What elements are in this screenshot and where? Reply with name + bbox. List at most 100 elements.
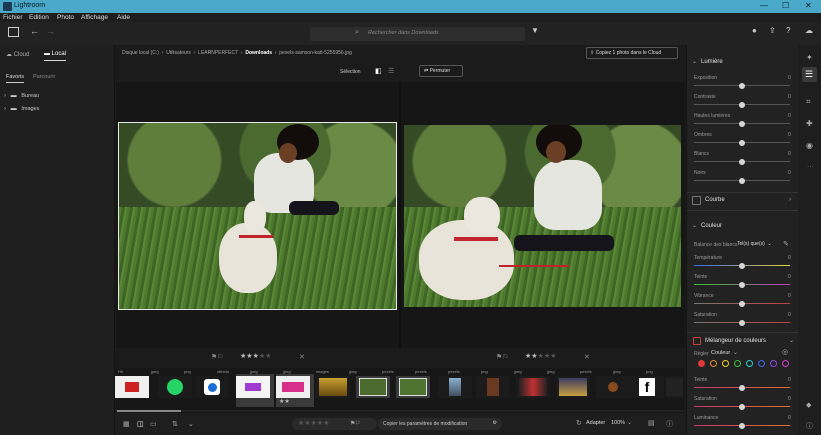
filmstrip-thumbnail[interactable] xyxy=(316,376,350,398)
chevron-right-icon[interactable]: › xyxy=(789,197,791,203)
filmstrip-thumbnail[interactable] xyxy=(195,376,229,398)
compare-view-icon[interactable]: ◫ xyxy=(137,420,144,428)
section-courbe[interactable]: Courbe xyxy=(705,197,725,203)
minimize-icon[interactable]: — xyxy=(760,1,768,10)
search-input[interactable]: ⌕ Rechercher dans Downloads xyxy=(310,27,525,41)
single-view-icon[interactable]: ▭ xyxy=(150,420,157,428)
breadcrumb-item[interactable]: Disque local (C:) xyxy=(122,50,159,56)
chevron-down-icon[interactable]: ⌄ xyxy=(188,420,194,428)
light-slider-value[interactable]: 0 xyxy=(788,75,791,81)
light-slider-knob[interactable] xyxy=(739,101,745,108)
edit-sliders-icon[interactable]: ☰ xyxy=(805,69,813,80)
mix-slider-value[interactable]: 0 xyxy=(788,377,791,383)
rating-stars-right[interactable]: ★★★★★ xyxy=(525,352,556,360)
filmstrip-thumbnail[interactable]: f xyxy=(630,376,664,398)
chevron-down-icon[interactable]: ⌄ xyxy=(692,58,697,65)
fit-label[interactable]: Adapter xyxy=(586,420,605,426)
reject-icon[interactable]: ✕ xyxy=(584,353,590,361)
color-swatch[interactable] xyxy=(698,360,705,367)
filmstrip-toggle-icon[interactable]: ▤ xyxy=(648,419,655,427)
white-balance-select[interactable]: Tel(s) que(s) xyxy=(737,241,765,247)
light-slider-value[interactable]: 0 xyxy=(788,94,791,100)
bottom-rating-stars[interactable]: ★★★★★ xyxy=(298,419,329,427)
filmstrip-scrollbar-track[interactable] xyxy=(116,410,685,412)
filmstrip-thumbnail[interactable] xyxy=(556,376,590,398)
menu-edition[interactable]: Edition xyxy=(29,14,49,21)
bottom-rating-group[interactable]: ★★★★★ ⚑⚐ xyxy=(292,418,377,430)
light-slider-track[interactable] xyxy=(694,82,790,89)
light-slider-track[interactable] xyxy=(694,158,790,165)
light-slider-knob[interactable] xyxy=(739,139,745,146)
tab-favoris[interactable]: Favoris xyxy=(6,74,24,80)
eyedropper-icon[interactable]: ✎ xyxy=(783,240,789,248)
filmstrip-thumbnail[interactable] xyxy=(356,376,390,398)
temp-slider-track[interactable] xyxy=(694,319,790,326)
help-icon[interactable]: ? xyxy=(786,26,790,35)
light-slider-value[interactable]: 0 xyxy=(788,151,791,157)
temp-slider-knob[interactable] xyxy=(739,300,745,307)
color-swatch[interactable] xyxy=(734,360,741,367)
temp-slider-value[interactable]: 0 xyxy=(788,255,791,261)
filmstrip-thumbnail[interactable] xyxy=(236,376,270,398)
filmstrip-thumbnail[interactable] xyxy=(596,376,630,398)
target-adjust-icon[interactable]: ◎ xyxy=(782,348,788,356)
star-icon[interactable]: ★ xyxy=(284,399,289,405)
star-icon[interactable]: ★ xyxy=(550,353,556,360)
folder-item[interactable]: › ▬ Images xyxy=(4,106,39,112)
chevron-down-icon[interactable]: ⌄ xyxy=(789,337,794,344)
menu-affichage[interactable]: Affichage xyxy=(81,14,108,21)
light-slider-track[interactable] xyxy=(694,101,790,108)
close-icon[interactable]: ✕ xyxy=(805,1,812,10)
flag-icon[interactable]: ⚑⚐ xyxy=(211,353,224,361)
color-swatch[interactable] xyxy=(770,360,777,367)
light-slider-knob[interactable] xyxy=(739,177,745,184)
color-swatch[interactable] xyxy=(746,360,753,367)
presets-icon[interactable]: ✦ xyxy=(806,53,813,62)
light-slider-track[interactable] xyxy=(694,120,790,127)
sort-icon[interactable]: ⇅ xyxy=(172,420,178,428)
mix-slider-knob[interactable] xyxy=(739,422,745,429)
temp-slider-track[interactable] xyxy=(694,300,790,307)
menu-photo[interactable]: Photo xyxy=(57,14,74,21)
color-swatch[interactable] xyxy=(758,360,765,367)
panel-toggle-icon[interactable] xyxy=(8,27,19,37)
share-icon[interactable]: ⇪ xyxy=(769,26,776,35)
back-arrow-icon[interactable]: ← xyxy=(30,26,39,36)
temp-slider-track[interactable] xyxy=(694,281,790,288)
color-swatch[interactable] xyxy=(782,360,789,367)
cloud-icon[interactable]: ☁ xyxy=(805,26,813,35)
mix-slider-value[interactable]: 0 xyxy=(788,396,791,402)
healing-icon[interactable]: ✚ xyxy=(806,119,813,128)
breadcrumb-item[interactable]: Downloads xyxy=(245,50,272,56)
temp-slider-knob[interactable] xyxy=(739,319,745,326)
menu-aide[interactable]: Aide xyxy=(117,14,130,21)
star-icon[interactable]: ★ xyxy=(265,353,271,360)
copy-settings-button[interactable]: Copier les paramètres de modification ⚙ xyxy=(378,418,502,430)
permuter-button[interactable]: ⇄ Permuter xyxy=(419,65,463,77)
filmstrip-thumbnail[interactable] xyxy=(516,376,550,398)
info-icon[interactable]: ⓘ xyxy=(806,421,813,431)
color-swatch[interactable] xyxy=(710,360,717,367)
filmstrip-scrollbar-thumb[interactable] xyxy=(117,410,181,412)
tab-parcourir[interactable]: Parcourir xyxy=(33,74,55,80)
light-slider-value[interactable]: 0 xyxy=(788,113,791,119)
breadcrumb-item[interactable]: Utilisateurs xyxy=(166,50,191,56)
compare-photo-right[interactable] xyxy=(404,125,681,307)
maximize-icon[interactable]: ☐ xyxy=(782,1,789,10)
star-icon[interactable]: ★ xyxy=(323,420,329,427)
filter-icon[interactable]: ▼ xyxy=(531,26,539,35)
tab-cloud[interactable]: ☁ Cloud xyxy=(6,51,29,58)
flag-icon[interactable]: ⚑⚐ xyxy=(496,353,509,361)
copy-to-cloud-button[interactable]: ⇪ Copiez 1 photo dans le Cloud xyxy=(586,47,678,59)
temp-slider-value[interactable]: 0 xyxy=(788,312,791,318)
light-slider-track[interactable] xyxy=(694,139,790,146)
side-by-side-icon[interactable]: ◧ xyxy=(375,67,382,75)
rotate-icon[interactable]: ↻ xyxy=(576,419,582,427)
light-slider-track[interactable] xyxy=(694,177,790,184)
tag-icon[interactable]: ◆ xyxy=(806,401,811,409)
section-melangeur[interactable]: Mélangeur de couleurs xyxy=(705,338,766,344)
folder-item[interactable]: › ▬ Bureau xyxy=(4,93,39,99)
chevron-down-icon[interactable]: ⌄ xyxy=(692,222,697,229)
temp-slider-value[interactable]: 0 xyxy=(788,293,791,299)
rating-stars-left[interactable]: ★★★★★ xyxy=(240,352,271,360)
